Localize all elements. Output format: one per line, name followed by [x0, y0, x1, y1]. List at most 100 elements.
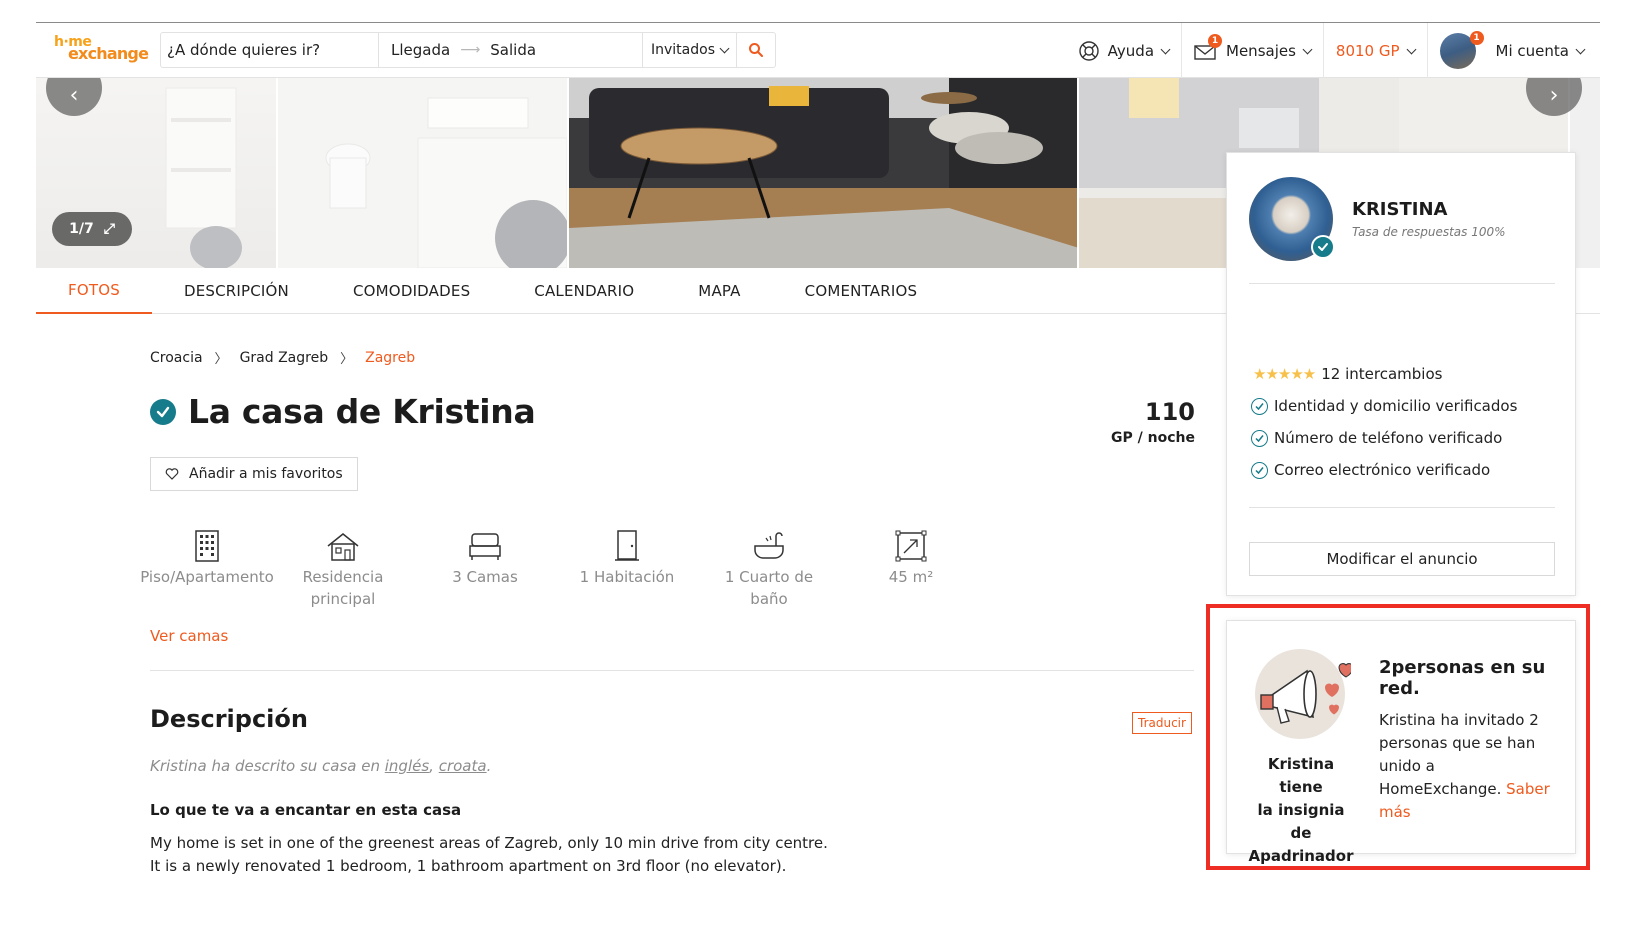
checkin-field[interactable]: Llegada — [391, 41, 450, 59]
tab-comodidades[interactable]: COMODIDADES — [321, 268, 502, 314]
feature-label: 45 m² — [888, 568, 934, 586]
tab-fotos[interactable]: FOTOS — [36, 268, 152, 314]
logo-text-bottom: exchange — [68, 44, 149, 63]
building-icon — [194, 524, 220, 562]
chevron-down-icon — [1575, 44, 1586, 54]
host-name[interactable]: KRISTINA — [1352, 199, 1447, 220]
exchange-count: 12 intercambios — [1321, 365, 1443, 383]
chevron-down-icon — [1302, 44, 1313, 54]
breadcrumb-separator-icon: 〉 — [340, 352, 354, 367]
help-label: Ayuda — [1107, 42, 1155, 60]
language-note-separator: , — [429, 757, 439, 775]
breadcrumb-country[interactable]: Croacia — [150, 350, 203, 366]
description-line: It is a newly renovated 1 bedroom, 1 bat… — [150, 857, 787, 875]
area-icon — [895, 524, 927, 562]
verification-item: Identidad y domicilio verificados — [1251, 397, 1517, 415]
arrow-right-icon: ⟶ — [460, 42, 481, 58]
sponsor-title: 2personas en su red. — [1379, 657, 1546, 699]
search-bar: ¿A dónde quieres ir? Llegada ⟶ Salida In… — [160, 32, 776, 68]
feature-label: 3 Camas — [452, 568, 518, 586]
chevron-right-icon: › — [1549, 83, 1559, 108]
highlights-heading: Lo que te va a encantar en esta casa — [150, 801, 462, 819]
host-rating: ★★★★★ 12 intercambios — [1253, 365, 1442, 383]
listing-title-row: La casa de Kristina — [150, 392, 536, 431]
chevron-left-icon: ‹ — [69, 83, 79, 108]
see-beds-link[interactable]: Ver camas — [150, 627, 228, 645]
check-circle-icon — [1251, 461, 1268, 479]
verification-label: Identidad y domicilio verificados — [1274, 397, 1518, 415]
chevron-down-icon — [719, 43, 730, 53]
breadcrumb-region[interactable]: Grad Zagreb — [240, 350, 329, 366]
host-response-rate: Tasa de respuestas 100% — [1352, 225, 1506, 239]
language-english-link[interactable]: inglés — [385, 757, 429, 775]
help-menu[interactable]: Ayuda — [1066, 23, 1181, 79]
feature-label: Residencia — [302, 568, 384, 586]
card-divider — [1249, 283, 1555, 284]
add-favorite-label: Añadir a mis favoritos — [189, 466, 343, 482]
description-text: My home is set in one of the greenest ar… — [150, 832, 850, 878]
destination-input[interactable]: ¿A dónde quieres ir? — [161, 33, 379, 67]
account-menu[interactable]: 1 Mi cuenta — [1426, 23, 1600, 79]
destination-placeholder: ¿A dónde quieres ir? — [167, 41, 321, 59]
tab-mapa[interactable]: MAPA — [666, 268, 772, 314]
tab-descripcion[interactable]: DESCRIPCIÓN — [152, 268, 321, 314]
chevron-down-icon — [1160, 44, 1171, 54]
breadcrumb-city[interactable]: Zagreb — [365, 350, 415, 366]
homeexchange-logo[interactable]: h·me exchange — [36, 22, 160, 78]
megaphone-icon — [1255, 649, 1351, 739]
gp-balance: 8010 GP — [1335, 42, 1400, 60]
gp-balance-menu[interactable]: 8010 GP — [1322, 23, 1427, 79]
door-icon — [614, 524, 640, 562]
tab-comentarios[interactable]: COMENTARIOS — [773, 268, 950, 314]
photo-overlay — [278, 78, 567, 268]
price-block: 110 GP / noche — [1111, 398, 1195, 446]
verified-check-icon — [150, 398, 176, 425]
card-divider — [1249, 507, 1555, 508]
language-croatian-link[interactable]: croata — [439, 757, 487, 775]
translate-button[interactable]: Traducir — [1132, 712, 1192, 734]
chevron-down-icon — [1406, 44, 1416, 54]
section-divider — [150, 670, 1194, 671]
bed-icon — [468, 524, 502, 562]
feature-item: 3 Camas — [414, 524, 556, 610]
gallery-photo[interactable] — [568, 78, 1078, 268]
feature-item: 1 Habitación — [556, 524, 698, 610]
guests-label: Invitados — [651, 42, 715, 58]
dates-picker[interactable]: Llegada ⟶ Salida — [379, 33, 643, 67]
living-room-photo — [568, 78, 1078, 268]
description-line: My home is set in one of the greenest ar… — [150, 834, 828, 852]
breadcrumb-separator-icon: 〉 — [214, 352, 228, 367]
messages-badge: 1 — [1208, 34, 1223, 48]
page-title: La casa de Kristina — [188, 392, 536, 431]
sponsor-badge-line: Apadrinador — [1248, 847, 1354, 865]
messages-menu[interactable]: 1 Mensajes — [1181, 23, 1323, 79]
bathtub-icon — [752, 524, 786, 562]
host-card: KRISTINA Tasa de respuestas 100% ★★★★★ 1… — [1226, 152, 1576, 596]
add-favorite-button[interactable]: Añadir a mis favoritos — [150, 457, 358, 491]
feature-item: Piso/Apartamento — [140, 524, 274, 610]
edit-listing-button[interactable]: Modificar el anuncio — [1249, 542, 1555, 576]
house-icon — [326, 524, 360, 562]
photo-counter[interactable]: 1/7 ⤢ — [52, 212, 132, 246]
check-circle-icon — [1251, 397, 1268, 415]
top-navbar: h·me exchange ¿A dónde quieres ir? Llega… — [36, 22, 1600, 79]
gallery-photo[interactable] — [278, 78, 567, 268]
feature-label: Piso/Apartamento — [140, 568, 274, 586]
host-avatar[interactable] — [1249, 177, 1335, 261]
feature-label: 1 Habitación — [579, 568, 675, 586]
search-button[interactable] — [737, 33, 775, 67]
account-badge: 1 — [1469, 31, 1484, 45]
photo-counter-text: 1/7 — [69, 221, 94, 237]
language-note-text: Kristina ha descrito su casa en — [150, 757, 385, 775]
check-circle-icon — [1251, 429, 1268, 447]
expand-icon: ⤢ — [103, 221, 115, 237]
sponsor-description: Kristina ha invitado 2 personas que se h… — [1379, 709, 1559, 824]
sponsor-card: Kristina tiene la insignia de Apadrinado… — [1226, 620, 1576, 865]
checkout-field[interactable]: Salida — [490, 41, 536, 59]
feature-label: 1 Cuarto de — [724, 568, 814, 586]
tab-calendario[interactable]: CALENDARIO — [502, 268, 666, 314]
messages-label: Mensajes — [1226, 42, 1296, 60]
feature-list: Piso/Apartamento Residencia principal 3 … — [140, 524, 982, 610]
user-nav: Ayuda 1 Mensajes 8010 GP 1 Mi cuenta — [1066, 23, 1600, 79]
guests-dropdown[interactable]: Invitados — [643, 33, 737, 67]
